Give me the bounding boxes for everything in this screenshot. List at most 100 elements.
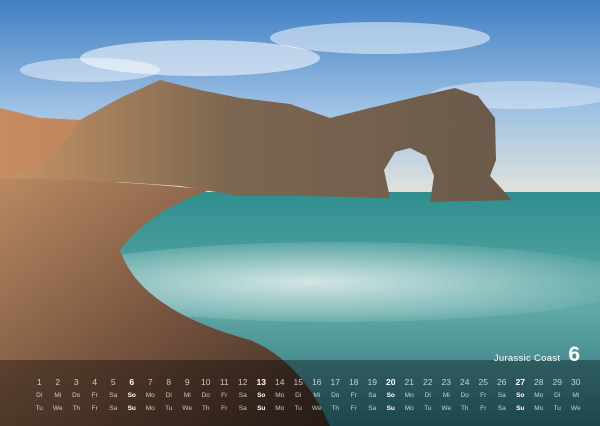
weekday-en: Su <box>127 405 136 412</box>
weekday-en: Mo <box>275 405 285 412</box>
day-number: 23 <box>441 377 451 387</box>
weekday-en: Tu <box>294 405 302 412</box>
weekday-en: Th <box>72 405 81 412</box>
calendar-day: 2 Mi We <box>49 376 68 415</box>
weekday-en: Th <box>201 405 210 412</box>
calendar-day: 12 Sa Sa <box>234 376 253 415</box>
weekday-de: So <box>386 392 395 399</box>
weekday-de: Fr <box>480 392 487 399</box>
calendar-day: 1 Di Tu <box>30 376 49 415</box>
calendar-day: 28 Mo Mo <box>530 376 549 415</box>
day-number: 8 <box>166 377 172 387</box>
weekday-de: Fr <box>221 392 228 399</box>
weekday-de: Sa <box>497 392 506 399</box>
day-number: 13 <box>256 377 266 387</box>
weekday-de: Mi <box>54 392 62 399</box>
weekday-de: Mo <box>534 392 544 399</box>
calendar-day: 9 Mi We <box>178 376 197 415</box>
day-number: 2 <box>55 377 61 387</box>
weekday-en: Tu <box>165 405 173 412</box>
calendar-day: 4 Fr Fr <box>86 376 105 415</box>
day-number: 9 <box>184 377 190 387</box>
weekday-en: Mo <box>404 405 414 412</box>
day-number: 30 <box>571 377 581 387</box>
calendar-day: 8 Di Tu <box>160 376 179 415</box>
day-number: 21 <box>404 377 414 387</box>
day-number: 19 <box>367 377 377 387</box>
day-number: 28 <box>534 377 544 387</box>
weekday-de: Sa <box>109 392 118 399</box>
day-number: 17 <box>330 377 340 387</box>
weekday-en: Tu <box>35 405 43 412</box>
day-number: 20 <box>386 377 396 387</box>
weekday-en: Fr <box>221 405 228 412</box>
weekday-de: Di <box>554 392 561 399</box>
day-number: 24 <box>460 377 470 387</box>
weekday-de: Mo <box>404 392 414 399</box>
calendar-day: 15 Di Tu <box>289 376 308 415</box>
weekday-de: So <box>257 392 266 399</box>
day-number: 10 <box>201 377 211 387</box>
day-number: 14 <box>275 377 285 387</box>
calendar-day: 23 Mi We <box>437 376 456 415</box>
weekday-de: Do <box>201 392 210 399</box>
weekday-de: Mi <box>572 392 580 399</box>
calendar-day: 21 Mo Mo <box>400 376 419 415</box>
calendar-day: 14 Mo Mo <box>271 376 290 415</box>
day-number: 11 <box>219 377 229 387</box>
day-number: 7 <box>147 377 153 387</box>
weekday-de: Di <box>165 392 172 399</box>
day-number: 6 <box>129 377 135 387</box>
calendar-day: 24 Do Th <box>456 376 475 415</box>
calendar-day: 3 Do Th <box>67 376 86 415</box>
calendar-page: Jurassic Coast 6 1 Di Tu 2 Mi We 3 Do Th 4 Fr Fr 5 Sa… <box>0 0 600 426</box>
day-number: 16 <box>312 377 322 387</box>
weekday-de: Fr <box>91 392 98 399</box>
day-number: 5 <box>110 377 116 387</box>
weekday-en: Th <box>460 405 469 412</box>
day-number: 25 <box>478 377 488 387</box>
weekday-en: Fr <box>91 405 98 412</box>
calendar-day: 29 Di Tu <box>548 376 567 415</box>
weekday-en: Mo <box>534 405 544 412</box>
photo-caption: Jurassic Coast 6 <box>494 344 580 365</box>
calendar-day: 17 Do Th <box>326 376 345 415</box>
calendar-day: 26 Sa Sa <box>493 376 512 415</box>
calendar-day: 22 Di Tu <box>419 376 438 415</box>
calendar-day: 10 Do Th <box>197 376 216 415</box>
weekday-en: We <box>311 405 322 412</box>
weekday-en: Sa <box>497 405 506 412</box>
weekday-en: Su <box>386 405 395 412</box>
weekday-de: Di <box>424 392 431 399</box>
weekday-en: Tu <box>424 405 432 412</box>
weekday-en: We <box>570 405 581 412</box>
calendar-day: 7 Mo Mo <box>141 376 160 415</box>
weekday-en: We <box>52 405 63 412</box>
weekday-de: Mi <box>183 392 191 399</box>
weekday-en: Th <box>331 405 340 412</box>
weekday-de: Do <box>331 392 340 399</box>
calendar-day: 18 Fr Fr <box>345 376 364 415</box>
caption-title: Jurassic Coast <box>493 353 561 364</box>
weekday-de: Di <box>295 392 302 399</box>
day-number: 29 <box>552 377 562 387</box>
weekday-en: Tu <box>553 405 561 412</box>
weekday-en: Fr <box>480 405 487 412</box>
weekday-de: Di <box>36 392 43 399</box>
weekday-de: Do <box>72 392 81 399</box>
weekday-de: So <box>127 392 136 399</box>
day-number: 27 <box>515 377 525 387</box>
calendar-day: 11 Fr Fr <box>215 376 234 415</box>
weekday-de: Fr <box>350 392 357 399</box>
weekday-de: Mi <box>442 392 450 399</box>
weekday-de: Mo <box>275 392 285 399</box>
day-number: 18 <box>349 377 359 387</box>
calendar-day: 16 Mi We <box>308 376 327 415</box>
weekday-en: Sa <box>368 405 377 412</box>
weekday-de: Do <box>460 392 469 399</box>
calendar-day: 30 Mi We <box>567 376 586 415</box>
weekday-en: Fr <box>350 405 357 412</box>
weekday-en: Sa <box>109 405 118 412</box>
day-number: 4 <box>92 377 98 387</box>
weekday-en: Su <box>257 405 266 412</box>
